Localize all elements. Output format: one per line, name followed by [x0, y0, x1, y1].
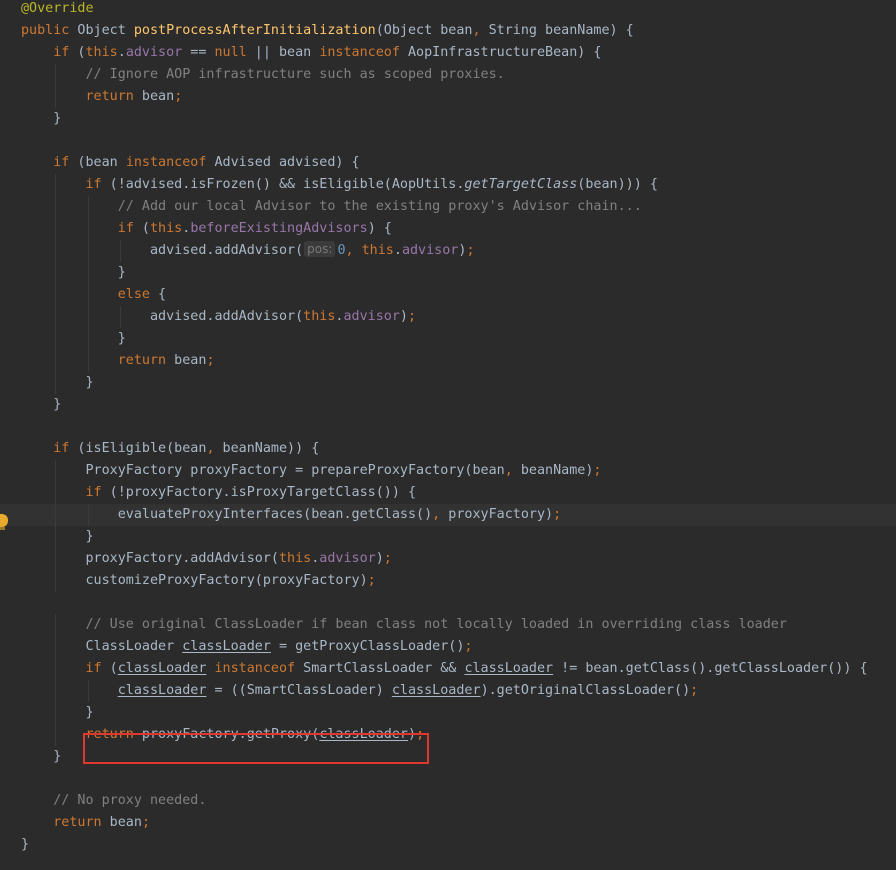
code-line[interactable]: proxyFactory.addAdvisor(this.advisor); [0, 548, 896, 570]
code-line[interactable] [0, 130, 896, 152]
code-line[interactable]: return bean; [0, 86, 896, 108]
code-text: public Object postProcessAfterInitializa… [21, 23, 634, 38]
code-line[interactable]: } [0, 262, 896, 284]
code-text: classLoader = ((SmartClassLoader) classL… [117, 683, 699, 698]
code-line[interactable]: // Use original ClassLoader if bean clas… [0, 614, 896, 636]
comment: // Add our local Advisor to the existing… [117, 199, 642, 214]
code-text: } [21, 375, 94, 390]
code-text: } [21, 265, 126, 280]
code-text: advised.addAdvisor(pos: 0, this.advisor); [21, 241, 475, 258]
code-text: } [21, 111, 62, 126]
code-text: advised.addAdvisor(this.advisor); [21, 309, 417, 324]
code-text: // Add our local Advisor to the existing… [21, 196, 642, 218]
code-line[interactable]: customizeProxyFactory(proxyFactory); [0, 570, 896, 592]
code-line[interactable]: @Override [0, 0, 896, 20]
code-line[interactable]: } [0, 328, 896, 350]
comment: // Use original ClassLoader if bean clas… [85, 617, 787, 632]
code-text: evaluateProxyInterfaces(bean.getClass(),… [21, 507, 562, 522]
code-line[interactable]: public Object postProcessAfterInitializa… [0, 20, 896, 42]
code-line[interactable]: classLoader = ((SmartClassLoader) classL… [0, 680, 896, 702]
code-text: if (!advised.isFrozen() && isEligible(Ao… [85, 177, 658, 192]
code-text: if (this.beforeExistingAdvisors) { [117, 221, 392, 236]
code-text: } [21, 705, 94, 720]
code-text: } [21, 331, 126, 346]
code-line[interactable]: if (this.advisor == null || bean instanc… [0, 42, 896, 64]
code-line[interactable] [0, 416, 896, 438]
code-text: else { [117, 287, 167, 302]
code-line[interactable]: advised.addAdvisor(this.advisor); [0, 306, 896, 328]
code-line[interactable]: if (classLoader instanceof SmartClassLoa… [0, 658, 896, 680]
code-text: if (bean instanceof Advised advised) { [53, 155, 360, 170]
code-text: return bean; [53, 815, 150, 830]
code-line[interactable]: ProxyFactory proxyFactory = prepareProxy… [0, 460, 896, 482]
code-line[interactable]: if (isEligible(bean, beanName)) { [0, 438, 896, 460]
code-text: return bean; [85, 89, 183, 104]
code-text: if (classLoader instanceof SmartClassLoa… [85, 661, 868, 676]
comment: // Ignore AOP infrastructure such as sco… [85, 67, 505, 82]
code-text: } [21, 749, 62, 764]
code-line[interactable] [0, 768, 896, 790]
code-line[interactable]: } [0, 108, 896, 130]
code-editor[interactable]: @Override public Object postProcessAfterI… [0, 0, 896, 870]
code-line[interactable]: } [0, 702, 896, 724]
code-line[interactable]: // No proxy needed. [0, 790, 896, 812]
code-text: } [21, 837, 30, 852]
code-text: } [21, 397, 62, 412]
code-text: @Override [21, 1, 94, 16]
code-line[interactable]: } [0, 834, 896, 856]
code-line[interactable]: advised.addAdvisor(pos: 0, this.advisor); [0, 240, 896, 262]
code-line[interactable]: if (!proxyFactory.isProxyTargetClass()) … [0, 482, 896, 504]
code-line[interactable]: // Ignore AOP infrastructure such as sco… [0, 64, 896, 86]
code-line[interactable]: } [0, 394, 896, 416]
code-text: ClassLoader classLoader = getProxyClassL… [21, 639, 473, 654]
code-text: return bean; [117, 353, 215, 368]
code-text: if (this.advisor == null || bean instanc… [53, 45, 602, 60]
code-text: if (!proxyFactory.isProxyTargetClass()) … [85, 485, 417, 500]
code-line[interactable]: } [0, 526, 896, 548]
code-text: // Use original ClassLoader if bean clas… [21, 614, 787, 636]
comment: // No proxy needed. [53, 793, 207, 808]
code-text: proxyFactory.addAdvisor(this.advisor); [21, 551, 392, 566]
code-line[interactable]: ClassLoader classLoader = getProxyClassL… [0, 636, 896, 658]
code-text: if (isEligible(bean, beanName)) { [53, 441, 320, 456]
code-line[interactable]: return bean; [0, 350, 896, 372]
code-text: customizeProxyFactory(proxyFactory); [21, 573, 376, 588]
code-text: // No proxy needed. [21, 790, 206, 812]
code-line[interactable]: else { [0, 284, 896, 306]
code-text: } [21, 529, 94, 544]
code-line[interactable]: if (bean instanceof Advised advised) { [0, 152, 896, 174]
code-line[interactable]: if (!advised.isFrozen() && isEligible(Ao… [0, 174, 896, 196]
highlight-box [83, 733, 429, 764]
code-text: ProxyFactory proxyFactory = prepareProxy… [21, 463, 602, 478]
code-line[interactable]: if (this.beforeExistingAdvisors) { [0, 218, 896, 240]
code-line[interactable]: evaluateProxyInterfaces(bean.getClass(),… [0, 504, 896, 526]
code-line[interactable]: return bean; [0, 812, 896, 834]
code-line[interactable] [0, 592, 896, 614]
code-text: // Ignore AOP infrastructure such as sco… [21, 64, 505, 86]
code-line[interactable]: } [0, 372, 896, 394]
param-hint: pos: [304, 241, 336, 257]
code-line[interactable]: // Add our local Advisor to the existing… [0, 196, 896, 218]
